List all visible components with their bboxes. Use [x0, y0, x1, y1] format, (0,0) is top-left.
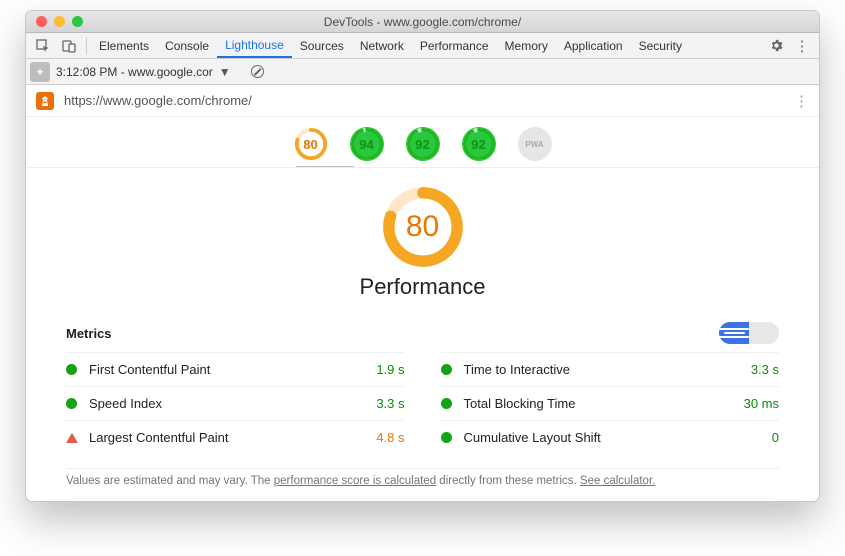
gauge-92[interactable]: 92 — [406, 127, 440, 161]
toggle-expanded-icon[interactable] — [719, 322, 749, 344]
gauge-92[interactable]: 92 — [462, 127, 496, 161]
performance-hero: 80 Performance — [26, 168, 819, 308]
metric-row: Total Blocking Time30 ms — [441, 386, 780, 420]
metric-value: 30 ms — [744, 396, 779, 411]
metric-value: 0 — [772, 430, 779, 445]
metric-value: 3.3 s — [376, 396, 404, 411]
metric-value: 3.3 s — [751, 362, 779, 377]
metric-name: Total Blocking Time — [464, 396, 744, 411]
metrics-footnote: Values are estimated and may vary. The p… — [66, 468, 779, 487]
metric-value: 1.9 s — [376, 362, 404, 377]
metric-name: First Contentful Paint — [89, 362, 376, 377]
titlebar: DevTools - www.google.com/chrome/ — [26, 11, 819, 33]
tab-performance[interactable]: Performance — [412, 33, 497, 58]
report-timestamp: 3:12:08 PM - www.google.cor — [56, 65, 213, 79]
see-calculator-link[interactable]: See calculator. — [580, 475, 655, 487]
warning-triangle-icon — [66, 433, 78, 443]
pass-dot-icon — [441, 432, 452, 443]
performance-gauge: 80 — [382, 186, 464, 268]
metrics-view-toggle[interactable] — [719, 322, 779, 344]
pass-dot-icon — [441, 364, 452, 375]
pass-dot-icon — [66, 398, 77, 409]
metric-row: First Contentful Paint1.9 s — [66, 352, 405, 386]
device-toolbar-icon[interactable] — [56, 39, 82, 53]
lighthouse-toolbar: + 3:12:08 PM - www.google.cor ▼ — [26, 59, 819, 85]
metric-name: Largest Contentful Paint — [89, 430, 376, 445]
url-bar: https://www.google.com/chrome/ ⋮ — [26, 85, 819, 117]
metric-row: Time to Interactive3.3 s — [441, 352, 780, 386]
tab-sources[interactable]: Sources — [292, 33, 352, 58]
metric-name: Speed Index — [89, 396, 376, 411]
tab-network[interactable]: Network — [352, 33, 412, 58]
clear-icon[interactable] — [251, 65, 264, 78]
devtools-window: DevTools - www.google.com/chrome/ Elemen… — [25, 10, 820, 502]
category-gauges: 80 94 92 92 PWA — [26, 117, 819, 167]
tab-console[interactable]: Console — [157, 33, 217, 58]
gauge-80[interactable]: 80 — [294, 127, 328, 161]
tab-elements[interactable]: Elements — [91, 33, 157, 58]
metric-row: Largest Contentful Paint4.8 s — [66, 420, 405, 454]
new-report-button[interactable]: + — [30, 62, 50, 82]
window-title: DevTools - www.google.com/chrome/ — [26, 15, 819, 29]
pass-dot-icon — [66, 364, 77, 375]
inspect-element-icon[interactable] — [30, 39, 56, 53]
tab-lighthouse[interactable]: Lighthouse — [217, 34, 292, 58]
tab-security[interactable]: Security — [631, 33, 690, 58]
metric-name: Time to Interactive — [464, 362, 751, 377]
report-url: https://www.google.com/chrome/ — [64, 93, 252, 108]
pass-dot-icon — [441, 398, 452, 409]
settings-gear-icon[interactable] — [763, 38, 789, 53]
active-gauge-underline — [296, 166, 354, 167]
metric-name: Cumulative Layout Shift — [464, 430, 772, 445]
devtools-tabbar: ElementsConsoleLighthouseSourcesNetworkP… — [26, 33, 819, 59]
metric-value: 4.8 s — [376, 430, 404, 445]
gauge-94[interactable]: 94 — [350, 127, 384, 161]
tab-application[interactable]: Application — [556, 33, 631, 58]
lighthouse-logo-icon — [36, 92, 54, 110]
report-menu-icon[interactable]: ⋮ — [794, 92, 809, 110]
toggle-collapsed-icon[interactable] — [749, 322, 779, 344]
gauge-PWA[interactable]: PWA — [518, 127, 552, 161]
score-calc-link[interactable]: performance score is calculated — [274, 475, 436, 487]
section-title: Performance — [26, 274, 819, 300]
more-menu-icon[interactable]: ⋮ — [789, 37, 815, 55]
tab-memory[interactable]: Memory — [497, 33, 556, 58]
metric-row: Speed Index3.3 s — [66, 386, 405, 420]
metric-row: Cumulative Layout Shift0 — [441, 420, 780, 454]
dropdown-caret-icon[interactable]: ▼ — [219, 65, 231, 79]
metrics-section: Metrics First Contentful Paint1.9 s Time … — [26, 322, 819, 460]
metrics-heading: Metrics — [66, 326, 112, 341]
